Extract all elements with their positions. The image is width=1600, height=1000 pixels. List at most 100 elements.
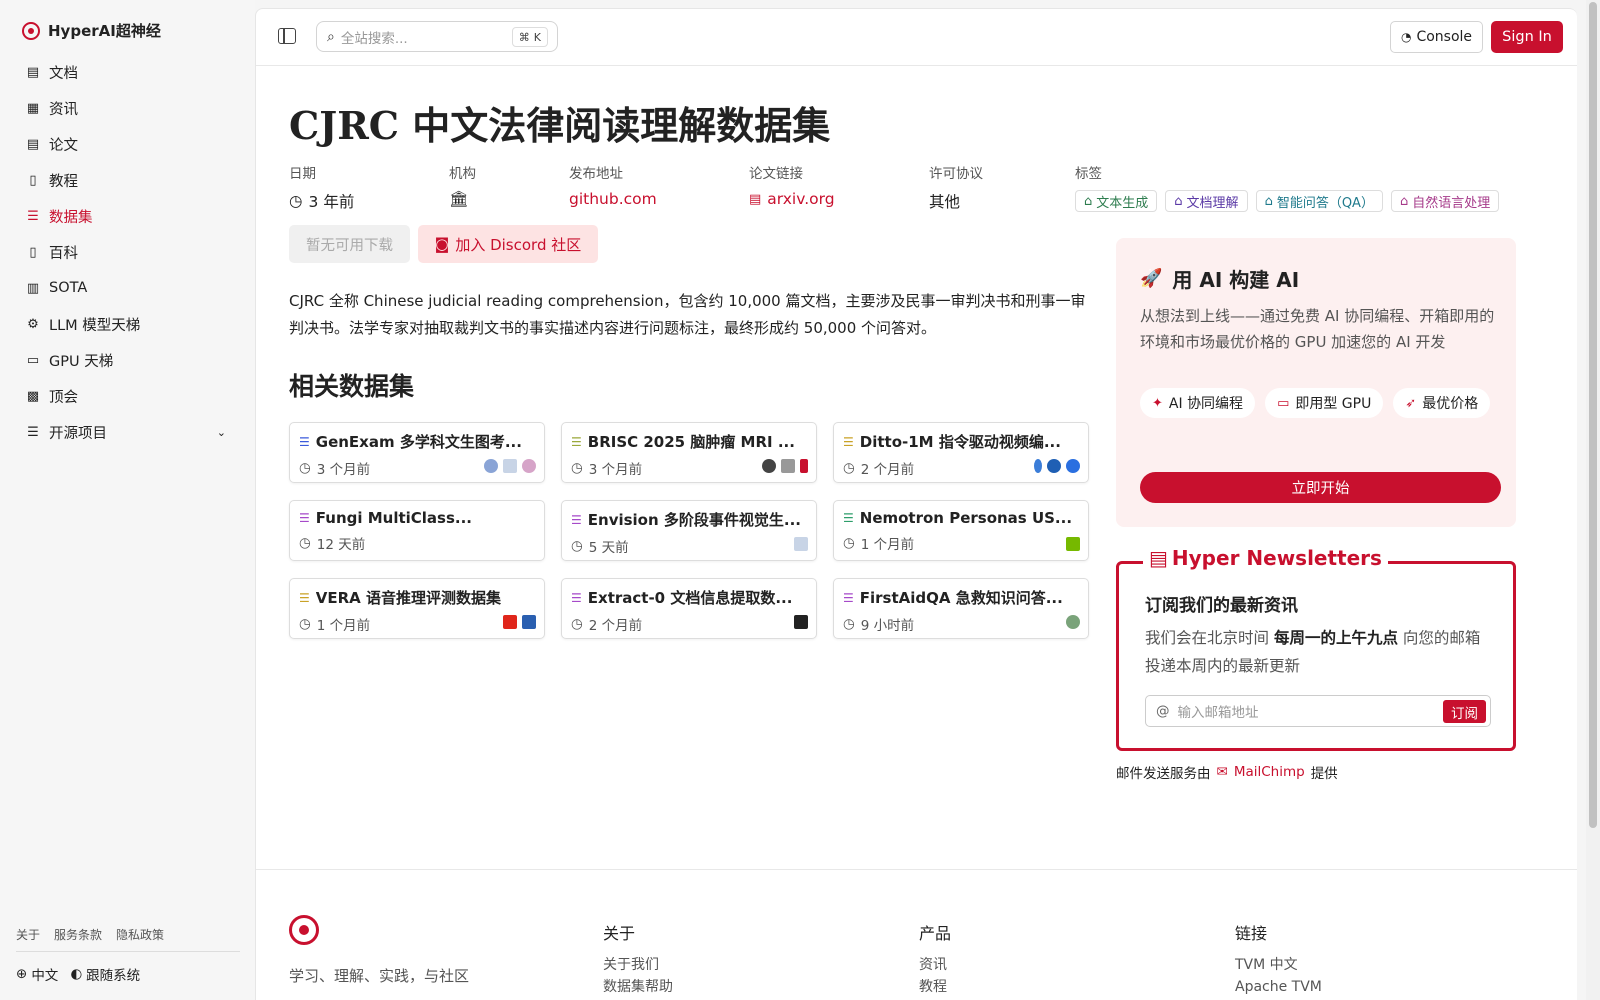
dataset-description: CJRC 全称 Chinese judicial reading compreh… — [289, 292, 1086, 337]
footer-link[interactable]: 关于我们 — [603, 954, 673, 976]
search-input[interactable]: ⌕ 全站搜索... ⌘ K — [316, 21, 558, 52]
promo-chips: ✦ AI 协同编程 ▭ 即用型 GPU ➶ 最优价格 — [1140, 388, 1500, 418]
scrollbar[interactable] — [1586, 0, 1600, 1000]
related-card[interactable]: ☰ Extract-0 文档信息提取数... ◷ 2 个月前 — [561, 578, 817, 639]
mail-icon: ✉ — [1216, 764, 1228, 780]
footer-link[interactable]: TVM 中文 — [1235, 954, 1322, 976]
clock-icon: ◷ — [843, 535, 855, 551]
chip-label: 最优价格 — [1422, 396, 1479, 412]
sidebar-item-docs[interactable]: ▤ 文档 — [14, 54, 240, 90]
footer-col-links: 链接 TVM 中文 Apache TVM — [1235, 920, 1322, 998]
footer-link[interactable]: 资讯 — [919, 954, 951, 976]
related-card[interactable]: ☰ Envision 多阶段事件视觉生... ◷ 5 天前 — [561, 500, 817, 561]
hyperai-logo-icon — [289, 915, 319, 945]
card-time: 3 个月前 — [316, 462, 371, 478]
clock-icon: ◷ — [843, 616, 855, 632]
tag-label: 自然语言处理 — [1412, 195, 1491, 211]
privacy-link[interactable]: 隐私政策 — [116, 926, 164, 943]
database-icon: ☰ — [843, 590, 854, 605]
footer-heading: 链接 — [1235, 924, 1268, 943]
terms-link[interactable]: 服务条款 — [54, 926, 102, 943]
sidebar-item-datasets[interactable]: ☰ 数据集 — [14, 198, 240, 234]
scrollbar-thumb[interactable] — [1589, 2, 1597, 828]
sidebar-toggle-icon[interactable] — [278, 28, 296, 44]
hyperai-logo-icon — [22, 21, 40, 40]
tag-label: 智能问答（QA） — [1276, 195, 1374, 211]
sidebar-item-tutorials[interactable]: ▯ 教程 — [14, 162, 240, 198]
footer-tagline: 学习、理解、实践，与社区 — [289, 967, 470, 985]
org-logo-icon — [503, 459, 517, 473]
doc-icon: ▤ — [26, 64, 40, 80]
footer-link[interactable]: 教程 — [919, 976, 951, 998]
related-card[interactable]: ☰ GenExam 多学科文生图考... ◷ 3 个月前 — [289, 422, 545, 483]
theme-switch[interactable]: ◐ 跟随系统 — [70, 964, 140, 984]
globe-icon: ⊕ — [16, 966, 28, 982]
related-card[interactable]: ☰ Fungi MultiClass... ◷ 12 天前 — [289, 500, 545, 561]
org-logo-icon — [1047, 459, 1061, 473]
sidebar-item-open-source[interactable]: ☰ 开源项目 ⌄ — [14, 414, 240, 450]
related-card[interactable]: ☰ VERA 语音推理评测数据集 ◷ 1 个月前 — [289, 578, 545, 639]
database-icon: ☰ — [27, 208, 39, 224]
mailchimp-link[interactable]: MailChimp — [1234, 764, 1305, 780]
tag[interactable]: ⌂ 文档理解 — [1165, 190, 1248, 212]
sidebar-item-conferences[interactable]: ▩ 顶会 — [14, 378, 240, 414]
sidebar-item-gpu-leaderboard[interactable]: ▭ GPU 天梯 — [14, 342, 240, 378]
database-icon: ☰ — [571, 434, 582, 449]
tag[interactable]: ⌂ 文本生成 — [1075, 190, 1158, 212]
subscribe-button[interactable]: 订阅 — [1443, 700, 1486, 723]
newsletter-description: 我们会在北京时间 每周一的上午九点 向您的邮箱投递本周内的最新更新 — [1145, 624, 1495, 680]
meta-publish: 发布地址 github.com — [569, 162, 657, 208]
meta-label: 发布地址 — [569, 166, 623, 182]
related-card[interactable]: ☰ Ditto-1M 指令驱动视频编... ◷ 2 个月前 — [833, 422, 1089, 483]
tag[interactable]: ⌂ 智能问答（QA） — [1255, 190, 1383, 212]
brand-logo[interactable]: HyperAI超神经 — [22, 20, 161, 41]
about-link[interactable]: 关于 — [16, 926, 40, 943]
org-logo-icon — [1066, 459, 1080, 473]
footer-link[interactable]: 数据集帮助 — [603, 976, 673, 998]
main-panel: ⌕ 全站搜索... ⌘ K ◔ Console Sign In CJRC 中文法律… — [255, 8, 1577, 1000]
credit-text: 邮件发送服务由 — [1116, 766, 1211, 782]
sidebar-item-wiki[interactable]: ▯ 百科 — [14, 234, 240, 270]
paper-icon: ▤ — [26, 136, 40, 152]
credit-text: 提供 — [1310, 766, 1338, 782]
desc-part: 我们会在北京时间 — [1145, 629, 1274, 647]
news-icon: ▦ — [26, 100, 40, 116]
pdf-icon: ▤ — [749, 191, 762, 207]
footer-link[interactable]: Apache TVM — [1235, 976, 1322, 998]
card-time: 5 天前 — [588, 540, 629, 556]
related-card[interactable]: ☰ BRISC 2025 脑肿瘤 MRI ... ◷ 3 个月前 — [561, 422, 817, 483]
related-card[interactable]: ☰ FirstAidQA 急救知识问答... ◷ 9 小时前 — [833, 578, 1089, 639]
sidebar-item-label: 教程 — [49, 173, 78, 190]
start-button[interactable]: 立即开始 — [1140, 472, 1501, 503]
sidebar-item-papers[interactable]: ▤ 论文 — [14, 126, 240, 162]
tag[interactable]: ⌂ 自然语言处理 — [1390, 190, 1500, 212]
publish-link[interactable]: github.com — [569, 190, 657, 208]
meta-label: 许可协议 — [929, 166, 983, 182]
database-icon: ☰ — [571, 512, 582, 527]
discord-button[interactable]: ◙ 加入 Discord 社区 — [418, 225, 598, 263]
related-card[interactable]: ☰ Nemotron Personas US... ◷ 1 个月前 — [833, 500, 1089, 561]
sidebar-item-label: 论文 — [49, 137, 78, 154]
chevron-down-icon: ⌄ — [216, 425, 226, 439]
paper-link[interactable]: ▤ arxiv.org — [749, 190, 835, 208]
sidebar-item-label: 资讯 — [49, 101, 78, 118]
sidebar-item-llm-leaderboard[interactable]: ⚙ LLM 模型天梯 — [14, 306, 240, 342]
language-switch[interactable]: ⊕ 中文 — [16, 964, 58, 984]
org-logo-icon — [1066, 615, 1080, 629]
database-icon: ☰ — [299, 434, 310, 449]
meta-label: 机构 — [449, 166, 476, 182]
org-logo-icon — [762, 459, 776, 473]
email-field[interactable]: @ 输入邮箱地址 订阅 — [1145, 695, 1491, 727]
database-icon: ☰ — [843, 511, 854, 525]
clock-icon: ◷ — [571, 538, 583, 554]
console-button[interactable]: ◔ Console — [1390, 21, 1483, 53]
sidebar-item-news[interactable]: ▦ 资讯 — [14, 90, 240, 126]
nvidia-logo-icon — [1066, 537, 1080, 551]
meta-license: 许可协议 其他 — [929, 162, 983, 212]
sign-in-button[interactable]: Sign In — [1491, 21, 1563, 53]
card-title: VERA 语音推理评测数据集 — [315, 589, 502, 607]
org-logo-icon — [1034, 459, 1042, 473]
sidebar-item-sota[interactable]: ▥ SOTA — [14, 270, 240, 306]
sidebar-nav: ▤ 文档 ▦ 资讯 ▤ 论文 ▯ 教程 ☰ 数据集 ▯ 百科 ▥ SOTA ⚙ LLM 模型天梯… — [14, 54, 240, 450]
desc-bold: 每周一的上午九点 — [1273, 629, 1398, 647]
